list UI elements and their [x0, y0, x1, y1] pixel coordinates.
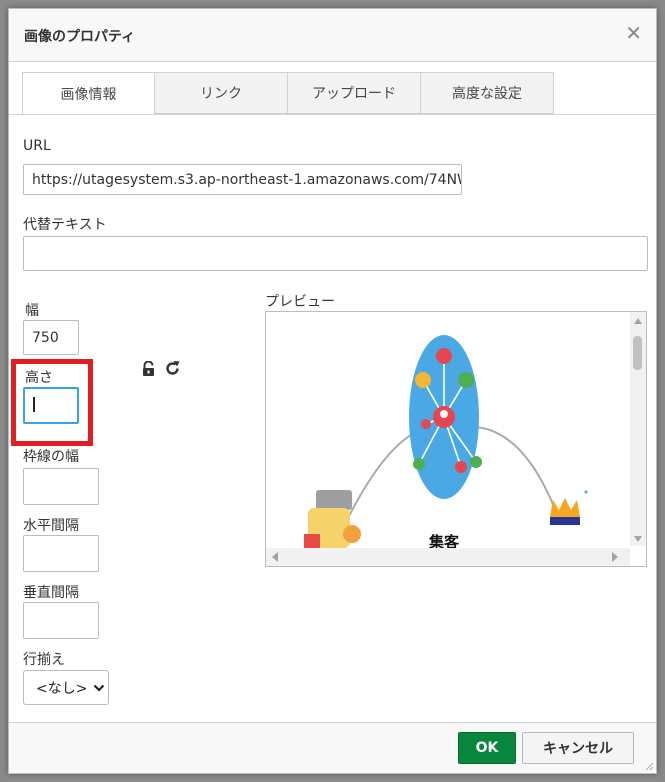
tab-link[interactable]: リンク — [154, 72, 288, 114]
alt-text-input[interactable] — [23, 236, 648, 271]
chevron-down-icon — [94, 684, 105, 692]
ok-button[interactable]: OK — [458, 732, 516, 764]
preview-pane: 集客 — [265, 311, 647, 567]
tab-upload[interactable]: アップロード — [287, 72, 421, 114]
vspace-label: 垂直間隔 — [23, 585, 79, 601]
hspace-input[interactable] — [23, 535, 99, 572]
url-value: https://utagesystem.s3.ap-northeast-1.am… — [32, 171, 462, 188]
url-input[interactable]: https://utagesystem.s3.ap-northeast-1.am… — [23, 164, 462, 195]
border-input[interactable] — [23, 468, 99, 505]
preview-label: プレビュー — [265, 294, 335, 310]
align-selected-value: <なし> — [36, 680, 88, 697]
image-properties-dialog: 画像のプロパティ ✕ 画像情報 リンク アップロード 高度な設定 URL htt… — [8, 8, 657, 774]
preview-image: 集客 — [266, 312, 646, 566]
tab-bar: 画像情報 リンク アップロード 高度な設定 — [22, 72, 554, 115]
hspace-label: 水平間隔 — [23, 518, 79, 534]
align-label: 行揃え — [23, 652, 65, 668]
dialog-title: 画像のプロパティ — [24, 29, 136, 45]
resize-grip-icon[interactable] — [644, 761, 654, 771]
tab-image-info[interactable]: 画像情報 — [22, 72, 155, 115]
dialog-titlebar: 画像のプロパティ ✕ — [9, 9, 656, 62]
height-label: 高さ — [25, 370, 53, 386]
url-label: URL — [23, 138, 51, 154]
width-value: 750 — [32, 329, 59, 346]
tab-advanced[interactable]: 高度な設定 — [420, 72, 554, 114]
cancel-button[interactable]: キャンセル — [522, 732, 634, 764]
border-label: 枠線の幅 — [23, 449, 79, 465]
reset-size-icon[interactable] — [164, 360, 181, 377]
background-page — [0, 0, 8, 782]
text-caret — [33, 397, 35, 412]
align-select[interactable]: <なし> — [23, 670, 109, 705]
width-input[interactable]: 750 — [23, 320, 79, 355]
width-label: 幅 — [25, 303, 39, 319]
height-input[interactable] — [23, 387, 79, 424]
vspace-input[interactable] — [23, 602, 99, 639]
alt-text-label: 代替テキスト — [23, 217, 107, 233]
tab-divider — [9, 114, 656, 115]
close-icon[interactable]: ✕ — [625, 21, 642, 45]
lock-ratio-icon[interactable] — [141, 361, 156, 377]
